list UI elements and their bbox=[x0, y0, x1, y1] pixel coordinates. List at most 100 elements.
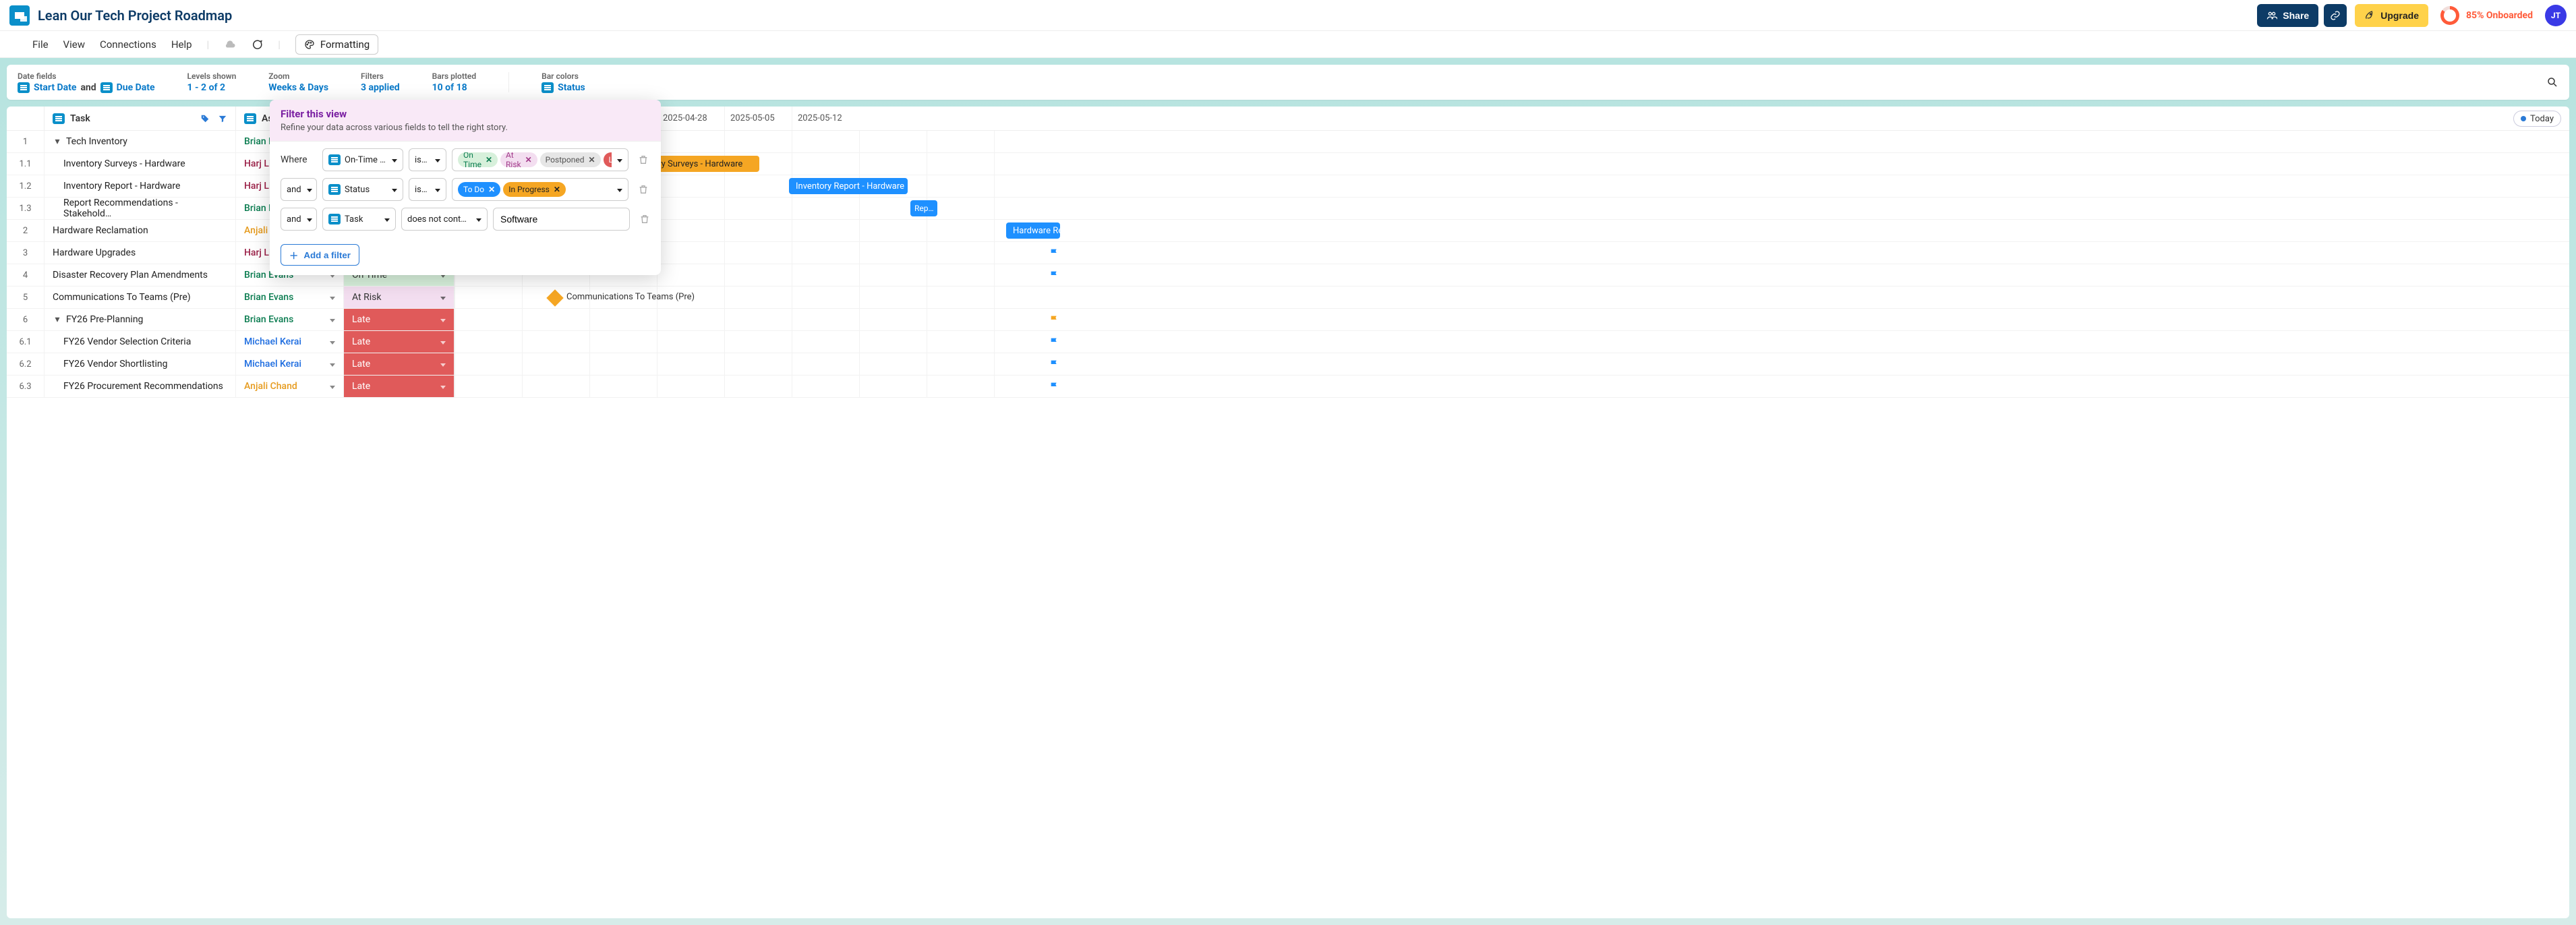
chevron-down-icon[interactable] bbox=[328, 336, 335, 347]
chevron-down-icon[interactable] bbox=[328, 381, 335, 392]
table-row[interactable]: 6.3FY26 Procurement RecommendationsAnjal… bbox=[7, 376, 2569, 398]
filter-chip[interactable]: To Do✕ bbox=[458, 182, 500, 197]
task-cell[interactable]: Inventory Report - Hardware bbox=[45, 175, 235, 197]
chevron-down-icon[interactable] bbox=[439, 336, 446, 347]
filter-field-select[interactable]: On-Time St… bbox=[322, 148, 403, 171]
task-cell[interactable]: Communications To Teams (Pre) bbox=[45, 287, 235, 308]
flag-icon[interactable] bbox=[1049, 381, 1060, 392]
gantt-bar[interactable]: Rep… bbox=[910, 200, 937, 216]
chevron-down-icon[interactable] bbox=[328, 292, 335, 303]
assignee-cell[interactable]: Anjali Chand bbox=[235, 376, 343, 397]
filter-op-select[interactable]: is… bbox=[409, 178, 446, 201]
task-cell[interactable]: Report Recommendations - Stakehold… bbox=[45, 198, 235, 219]
cloud-icon[interactable] bbox=[224, 38, 236, 51]
filter-chip[interactable]: In Progress✕ bbox=[503, 182, 566, 197]
filter-text-input[interactable] bbox=[493, 208, 630, 231]
chip-remove-icon[interactable]: ✕ bbox=[486, 155, 492, 165]
filter-chip[interactable]: At Risk✕ bbox=[500, 152, 537, 167]
chip-remove-icon[interactable]: ✕ bbox=[525, 155, 532, 165]
task-cell[interactable]: ▾Tech Inventory bbox=[45, 131, 235, 152]
today-button[interactable]: Today bbox=[2513, 111, 2561, 127]
table-row[interactable]: 5Communications To Teams (Pre)Brian Evan… bbox=[7, 287, 2569, 309]
task-cell[interactable]: ▾FY26 Pre-Planning bbox=[45, 309, 235, 330]
task-cell[interactable]: Hardware Reclamation bbox=[45, 220, 235, 241]
filter-field-select[interactable]: Task bbox=[322, 208, 396, 231]
chevron-down-icon[interactable] bbox=[439, 381, 446, 392]
doc-title[interactable]: Lean Our Tech Project Roadmap bbox=[38, 7, 232, 24]
filter-chip[interactable]: Postponed✕ bbox=[540, 152, 601, 167]
task-cell[interactable]: FY26 Procurement Recommendations bbox=[45, 376, 235, 397]
add-filter-button[interactable]: ＋ Add a filter bbox=[281, 244, 359, 266]
ctrl-filters[interactable]: Filters 3 applied bbox=[361, 71, 400, 93]
chip-remove-icon[interactable]: ✕ bbox=[488, 185, 495, 194]
flag-icon[interactable] bbox=[1049, 359, 1060, 369]
assignee-cell[interactable]: Brian Evans bbox=[235, 309, 343, 330]
search-icon[interactable] bbox=[2546, 76, 2558, 88]
flag-icon[interactable] bbox=[1049, 314, 1060, 325]
filter-icon[interactable] bbox=[218, 114, 227, 123]
status-cell[interactable]: Late bbox=[343, 353, 454, 375]
flag-icon[interactable] bbox=[1049, 270, 1060, 280]
chip-remove-icon[interactable]: ✕ bbox=[554, 185, 560, 194]
assignee-cell[interactable]: Michael Kerai bbox=[235, 331, 343, 353]
filter-field-select[interactable]: Status bbox=[322, 178, 403, 201]
upgrade-button[interactable]: Upgrade bbox=[2355, 4, 2428, 27]
filter-conjunction[interactable]: and bbox=[281, 178, 317, 201]
chevron-down-icon[interactable] bbox=[328, 359, 335, 369]
menu-help[interactable]: Help bbox=[171, 38, 192, 51]
filter-op-select[interactable]: does not contain… bbox=[401, 208, 488, 231]
trash-icon[interactable] bbox=[638, 154, 649, 165]
ctrl-levels[interactable]: Levels shown 1 - 2 of 2 bbox=[187, 71, 237, 93]
trash-icon[interactable] bbox=[638, 184, 649, 195]
expand-caret-icon[interactable]: ▾ bbox=[53, 314, 62, 325]
flag-icon[interactable] bbox=[1049, 336, 1060, 347]
filter-chip[interactable]: On Time✕ bbox=[458, 152, 498, 167]
gantt-bar[interactable]: Hardware Rec… bbox=[1006, 222, 1060, 239]
avatar[interactable]: JT bbox=[2545, 5, 2567, 26]
filter-values[interactable]: To Do✕In Progress✕ bbox=[452, 178, 628, 201]
col-task-header[interactable]: Task bbox=[45, 107, 235, 130]
menu-file[interactable]: File bbox=[32, 38, 49, 51]
flag-icon[interactable] bbox=[1049, 247, 1060, 258]
menu-view[interactable]: View bbox=[63, 38, 85, 51]
gantt-cell bbox=[859, 264, 927, 286]
chip-remove-icon[interactable]: ✕ bbox=[588, 155, 595, 165]
table-row[interactable]: 6▾FY26 Pre-PlanningBrian EvansLate bbox=[7, 309, 2569, 331]
menu-connections[interactable]: Connections bbox=[100, 38, 156, 51]
table-row[interactable]: 6.2FY26 Vendor ShortlistingMichael Kerai… bbox=[7, 353, 2569, 376]
share-button[interactable]: Share bbox=[2257, 4, 2318, 27]
ctrl-bars-plotted[interactable]: Bars plotted 10 of 18 bbox=[432, 71, 476, 93]
filter-values[interactable]: On Time✕At Risk✕Postponed✕Late bbox=[452, 148, 628, 171]
formatting-button[interactable]: Formatting bbox=[295, 34, 378, 55]
link-button[interactable] bbox=[2324, 4, 2347, 27]
gantt-bar[interactable]: Inventory Report - Hardware bbox=[789, 178, 908, 194]
comment-icon[interactable] bbox=[251, 38, 263, 51]
task-cell[interactable]: FY26 Vendor Selection Criteria bbox=[45, 331, 235, 353]
brand-icon[interactable] bbox=[9, 5, 30, 26]
chevron-down-icon[interactable] bbox=[439, 292, 446, 303]
ctrl-date-fields[interactable]: Date fields Start Date and Due Date bbox=[18, 71, 155, 93]
table-row[interactable]: 6.1FY26 Vendor Selection CriteriaMichael… bbox=[7, 331, 2569, 353]
task-cell[interactable]: Hardware Upgrades bbox=[45, 242, 235, 264]
trash-icon[interactable] bbox=[639, 214, 650, 225]
chevron-down-icon[interactable] bbox=[439, 359, 446, 369]
filter-op-select[interactable]: is… bbox=[409, 148, 446, 171]
chevron-down-icon[interactable] bbox=[328, 314, 335, 325]
chevron-down-icon[interactable] bbox=[439, 314, 446, 325]
task-cell[interactable]: FY26 Vendor Shortlisting bbox=[45, 353, 235, 375]
status-cell[interactable]: Late bbox=[343, 309, 454, 330]
filter-chip[interactable]: Late bbox=[604, 152, 612, 167]
filter-conjunction[interactable]: and bbox=[281, 208, 317, 231]
task-cell[interactable]: Inventory Surveys - Hardware bbox=[45, 153, 235, 175]
task-cell[interactable]: Disaster Recovery Plan Amendments bbox=[45, 264, 235, 286]
tag-icon[interactable] bbox=[200, 114, 210, 123]
expand-caret-icon[interactable]: ▾ bbox=[53, 136, 62, 147]
ctrl-bar-colors[interactable]: Bar colors Status bbox=[541, 71, 585, 93]
assignee-cell[interactable]: Michael Kerai bbox=[235, 353, 343, 375]
status-cell[interactable]: At Risk bbox=[343, 287, 454, 308]
status-cell[interactable]: Late bbox=[343, 376, 454, 397]
ctrl-zoom[interactable]: Zoom Weeks & Days bbox=[268, 71, 328, 93]
assignee-cell[interactable]: Brian Evans bbox=[235, 287, 343, 308]
onboarding-meter[interactable]: 85% Onboarded bbox=[2440, 6, 2533, 25]
status-cell[interactable]: Late bbox=[343, 331, 454, 353]
